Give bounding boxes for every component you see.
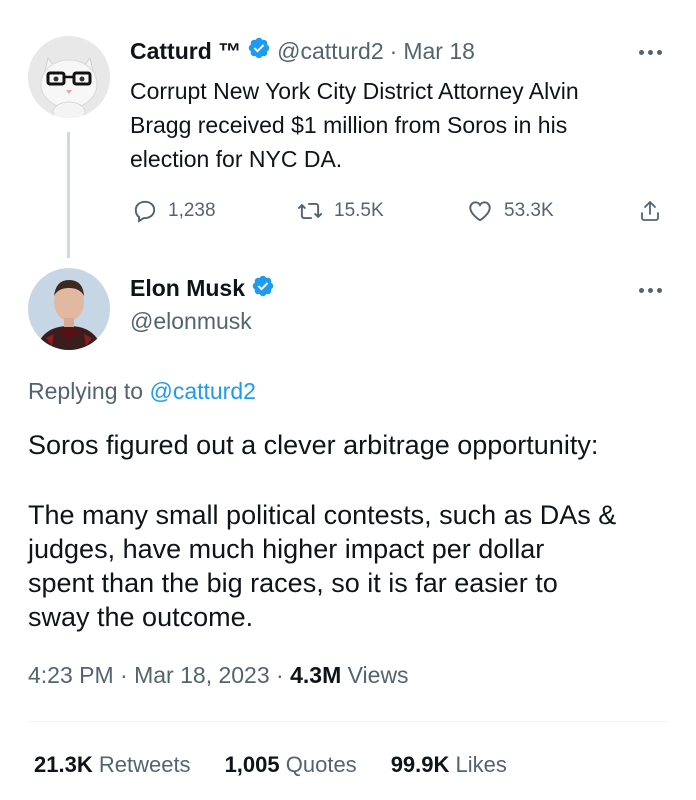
quotes-stat[interactable]: 1,005 Quotes	[225, 752, 357, 778]
retweets-stat[interactable]: 21.3K Retweets	[34, 752, 191, 778]
quotes-stat-label: Quotes	[285, 752, 357, 777]
replying-to-handle-link[interactable]: @catturd2	[149, 378, 255, 404]
replying-to-label: Replying to	[28, 378, 144, 404]
parent-handle[interactable]: @catturd2	[277, 38, 383, 65]
likes-stat-count: 99.9K	[390, 752, 450, 777]
parent-text-line: election for NYC DA.	[130, 146, 343, 172]
reply-count: 1,238	[168, 200, 216, 221]
parent-tweet-header: Catturd ™ @catturd2 · Mar 18	[130, 36, 475, 66]
parent-display-name[interactable]: Catturd ™	[130, 38, 241, 65]
views-label: Views	[347, 662, 409, 688]
more-options-icon[interactable]	[639, 50, 662, 55]
reply-text-line: sway the outcome.	[28, 602, 254, 632]
share-action[interactable]	[638, 198, 662, 224]
reply-text-line: judges, have much higher impact per doll…	[28, 534, 545, 564]
reply-tweet-header: Elon Musk	[130, 274, 275, 303]
elon-avatar-image	[28, 268, 110, 350]
reply-display-name[interactable]: Elon Musk	[130, 275, 245, 302]
retweets-stat-count: 21.3K	[34, 752, 93, 777]
views-count: 4.3M	[290, 662, 342, 688]
parent-text-line: Corrupt New York City District Attorney …	[130, 78, 579, 104]
likes-stat[interactable]: 99.9K Likes	[391, 752, 507, 778]
like-count: 53.3K	[504, 200, 554, 221]
retweet-action[interactable]: 15.5K	[296, 198, 384, 224]
dot-separator: ·	[276, 662, 291, 688]
divider	[28, 721, 668, 722]
thread-connector-line	[67, 132, 70, 258]
catturd-avatar[interactable]	[28, 36, 110, 118]
like-icon	[469, 201, 491, 222]
dot-separator: ·	[120, 662, 135, 688]
retweet-count: 15.5K	[334, 200, 384, 221]
retweet-icon	[297, 202, 323, 220]
reply-text-line: spent than the big races, so it is far e…	[28, 568, 558, 598]
parent-tweet-text: Corrupt New York City District Attorney …	[130, 74, 670, 176]
engagement-stats: 21.3K Retweets 1,005 Quotes 99.9K Likes	[34, 752, 507, 778]
reply-text-line: The many small political contests, such …	[28, 500, 617, 530]
replying-to-line: Replying to @catturd2	[28, 378, 256, 405]
reply-icon	[134, 200, 156, 223]
tweet-date[interactable]: Mar 18, 2023	[134, 662, 270, 688]
share-icon	[641, 201, 659, 221]
quotes-stat-count: 1,005	[224, 752, 280, 777]
reply-tweet-text: Soros figured out a clever arbitrage opp…	[28, 428, 678, 634]
verified-badge-icon	[247, 36, 271, 66]
reply-handle[interactable]: @elonmusk	[130, 308, 252, 335]
likes-stat-label: Likes	[455, 752, 507, 777]
cat-avatar-image	[28, 36, 110, 118]
more-options-icon[interactable]	[639, 288, 662, 293]
tweet-time[interactable]: 4:23 PM	[28, 662, 114, 688]
reply-text-paragraph: Soros figured out a clever arbitrage opp…	[28, 430, 599, 460]
verified-badge-icon	[251, 274, 275, 303]
tweet-meta: 4:23 PM · Mar 18, 2023 · 4.3M Views	[28, 662, 409, 689]
parent-date[interactable]: Mar 18	[403, 38, 475, 65]
reply-action[interactable]: 1,238	[132, 198, 216, 224]
elon-avatar[interactable]	[28, 268, 110, 350]
like-action[interactable]: 53.3K	[466, 198, 554, 224]
dot-separator: ·	[389, 37, 398, 64]
retweets-stat-label: Retweets	[98, 752, 191, 777]
parent-text-line: Bragg received $1 million from Soros in …	[130, 112, 568, 138]
